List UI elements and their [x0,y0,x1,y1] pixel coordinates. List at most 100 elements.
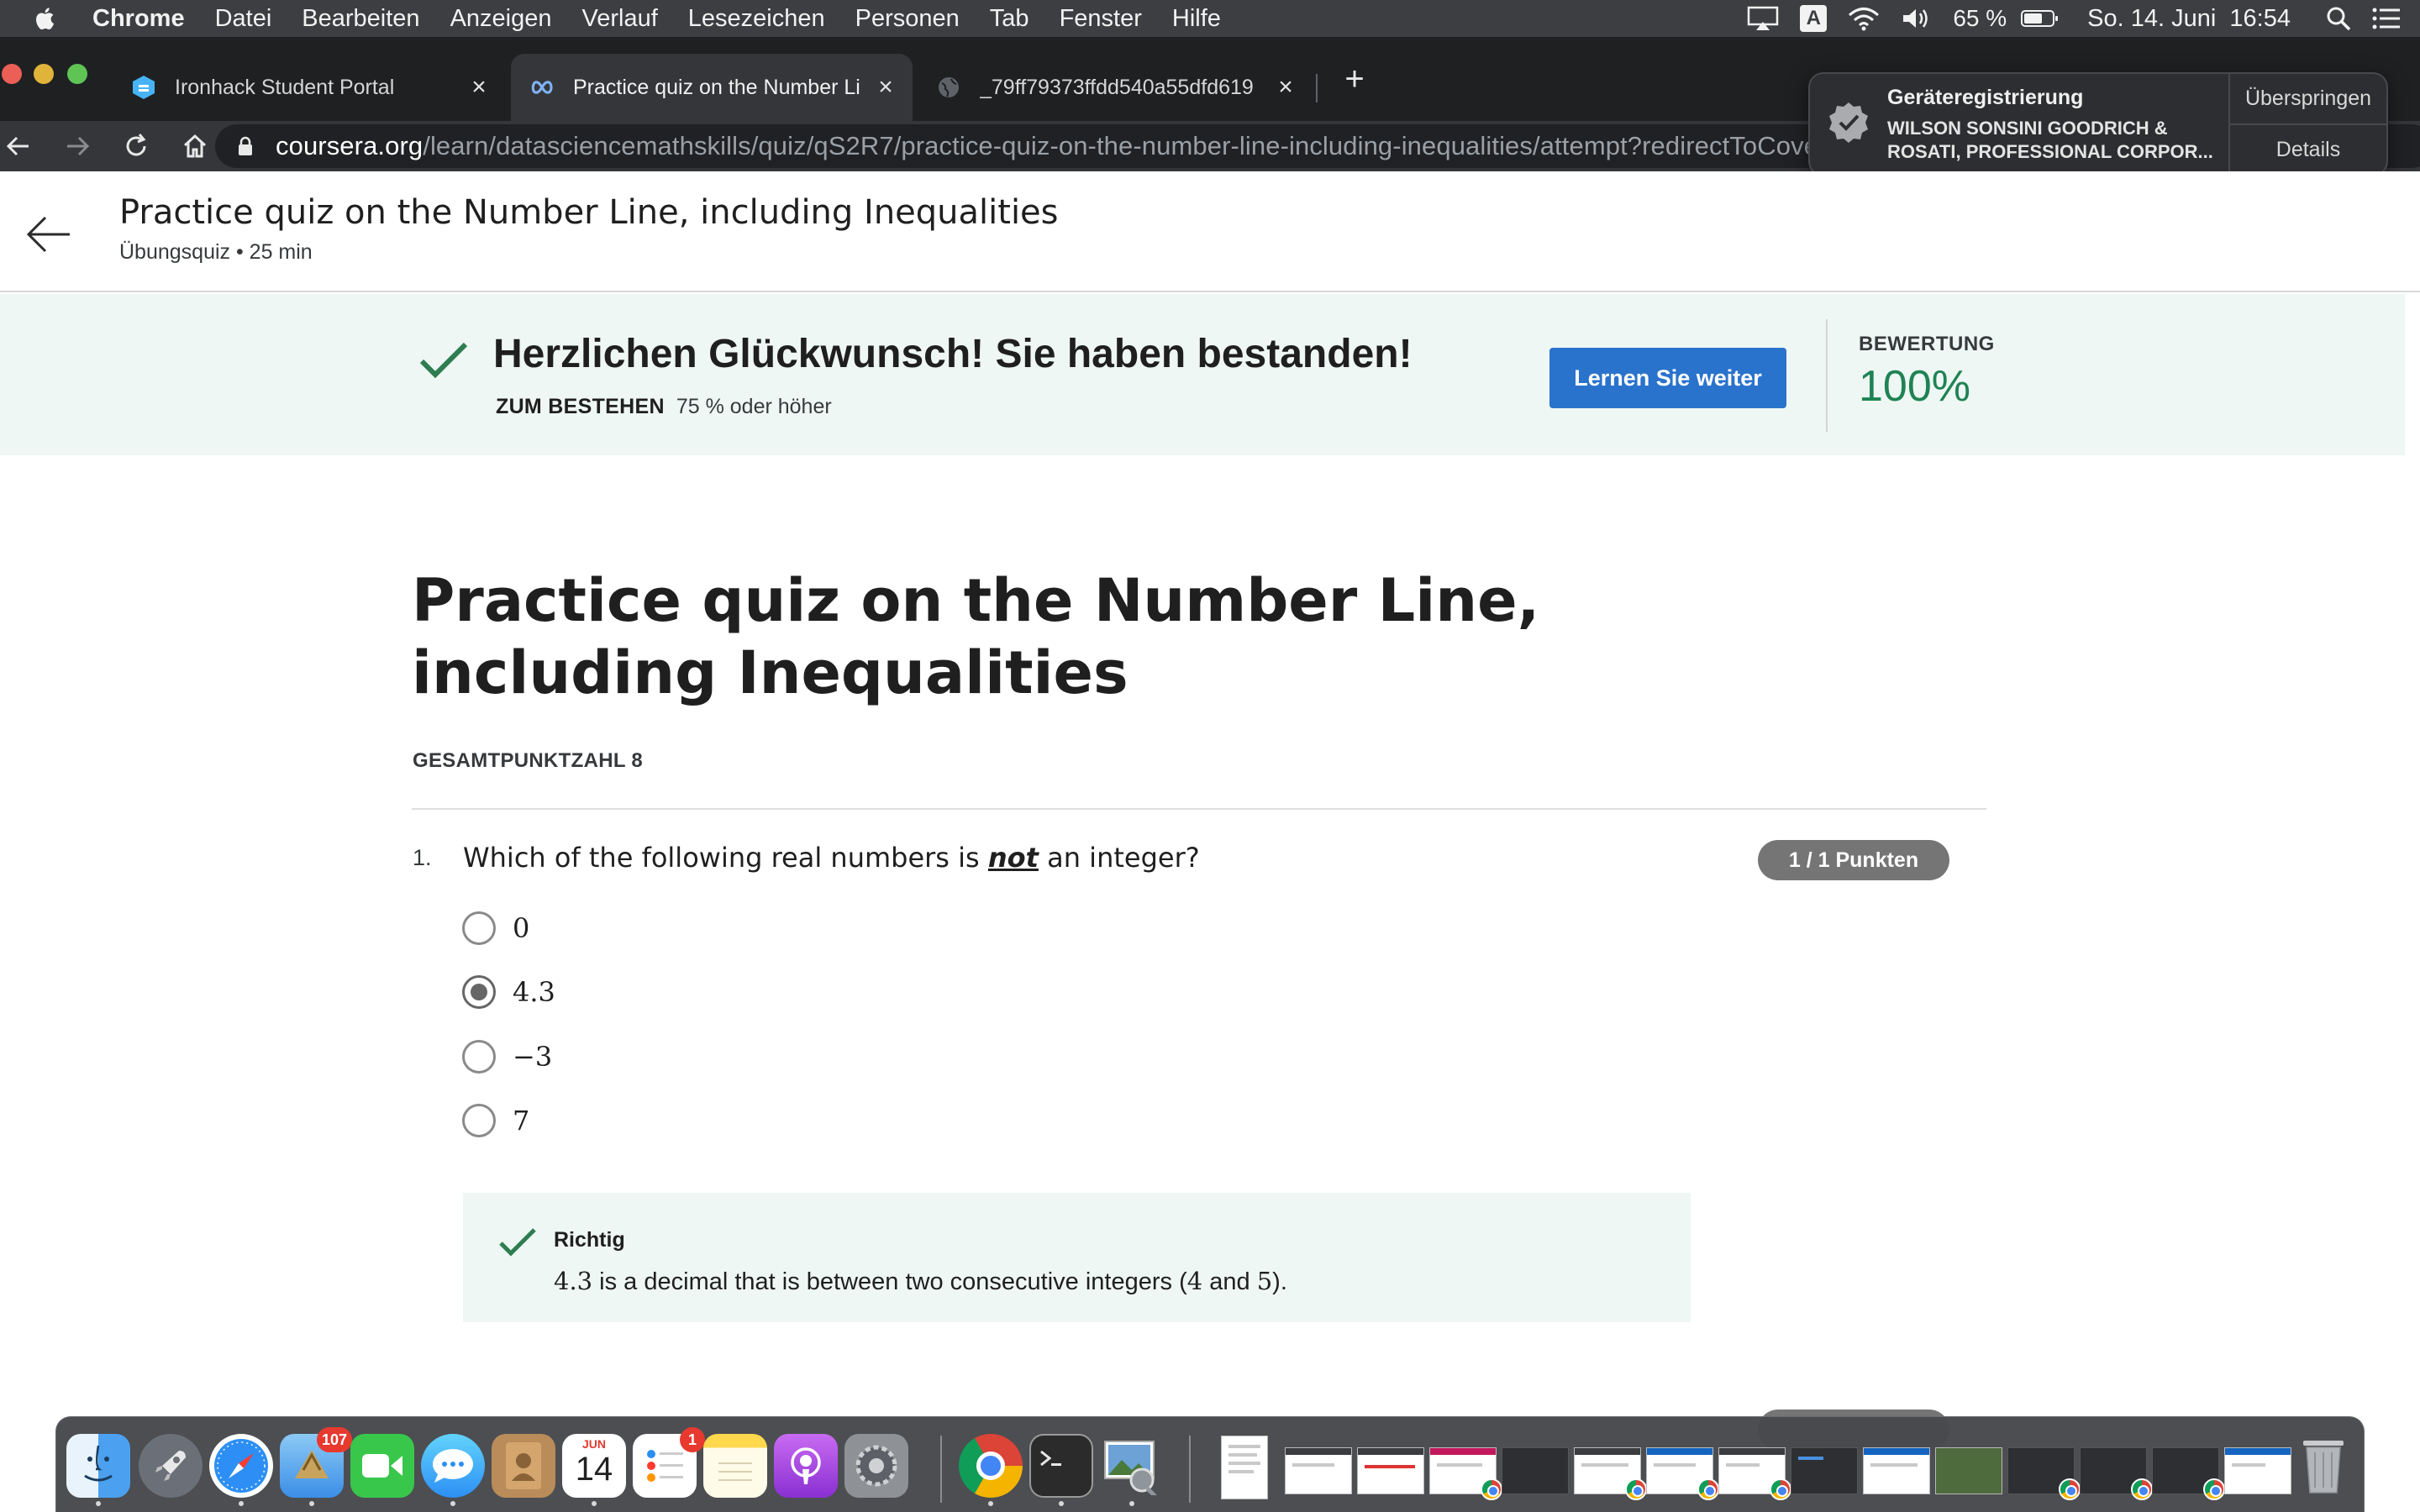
menu-bookmarks[interactable]: Lesezeichen [673,5,840,33]
continue-learning-button[interactable]: Lernen Sie weiter [1549,348,1786,408]
checkmark-icon [418,339,469,381]
lock-icon[interactable] [237,135,255,157]
congratulations-heading: Herzlichen Glückwunsch! Sie haben bestan… [493,332,1413,376]
menu-edit[interactable]: Bearbeiten [287,5,434,33]
keyboard-input-indicator[interactable]: A [1800,0,1828,37]
device-registration-notification[interactable]: Geräteregistrierung WILSON SONSINI GOODR… [1808,72,2388,176]
window-close-button[interactable] [2,64,22,84]
launchpad-icon[interactable] [139,1434,203,1498]
pass-requirement-label: ZUM BESTEHEN [496,395,665,418]
minimized-window-thumbnail[interactable] [1285,1447,1352,1494]
radio-button[interactable] [462,911,496,945]
minimized-chrome-window-thumbnail[interactable] [1574,1447,1647,1500]
trash-icon[interactable] [2291,1434,2355,1498]
messages-icon[interactable] [421,1434,485,1498]
menu-file[interactable]: Datei [200,5,287,33]
thumb-line [1228,1470,1254,1473]
notification-details-button[interactable]: Details [2230,123,2386,175]
menu-app-name[interactable]: Chrome [92,5,200,33]
running-indicator [1059,1501,1064,1506]
system-preferences-icon[interactable] [844,1434,908,1498]
volume-icon[interactable] [1901,0,1933,37]
answer-option[interactable]: 7 [462,1100,529,1142]
menu-window[interactable]: Fenster [1044,5,1157,33]
terminal-icon[interactable] [1029,1434,1093,1498]
battery-icon[interactable] [2020,0,2060,37]
radio-button[interactable] [462,1104,496,1137]
tab-ironhack[interactable]: Ironhack Student Portal × [113,54,506,121]
feedback-label: Richtig [554,1228,625,1252]
minimized-document-thumbnail[interactable] [1221,1436,1268,1499]
chrome-badge-icon [1697,1478,1719,1500]
window-zoom-button[interactable] [67,64,87,84]
tab-close-icon[interactable]: × [464,72,494,102]
tab-title: _79ff79373ffdd540a55dfd619 [980,75,1254,99]
preview-icon[interactable] [1100,1434,1164,1498]
menu-tab[interactable]: Tab [975,5,1044,33]
minimized-window-thumbnail[interactable] [1935,1447,2002,1494]
control-center-list-icon[interactable] [2371,0,2402,37]
tab-close-icon[interactable]: × [871,72,901,102]
url-host: coursera.org [276,131,424,160]
thumb-line [1654,1463,1696,1467]
minimized-window-thumbnail[interactable] [1791,1447,1858,1494]
calendar-month: JUN [581,1437,606,1451]
wifi-icon[interactable] [1847,0,1881,37]
new-tab-button[interactable]: + [1338,60,1371,97]
mail-icon[interactable]: 107 [280,1427,352,1498]
podcasts-icon[interactable] [774,1434,838,1498]
radio-button[interactable] [462,1040,496,1074]
menu-people[interactable]: Personen [840,5,975,33]
airplay-icon[interactable] [1746,0,1780,37]
minimized-chrome-window-thumbnail[interactable] [2007,1447,2081,1500]
home-button[interactable] [176,128,213,165]
banner-divider [1826,319,1828,432]
radio-dot [471,984,487,1000]
minimized-chrome-window-thumbnail[interactable] [2152,1447,2225,1500]
forward-button[interactable] [59,128,96,165]
minimized-window-thumbnail[interactable] [1502,1447,1569,1494]
battery-percentage[interactable]: 65 % [1953,0,2007,37]
apple-menu-icon[interactable] [0,0,92,37]
notification-skip-button[interactable]: Überspringen [2230,74,2386,123]
tab-title: Ironhack Student Portal [175,75,395,99]
minimized-chrome-window-thumbnail[interactable] [1646,1447,1719,1500]
feedback-explanation: 4.3 is a decimal that is between two con… [554,1267,1287,1296]
reload-button[interactable] [118,128,155,165]
minimized-chrome-window-thumbnail[interactable] [1429,1447,1502,1500]
question-points-badge: 1 / 1 Punkten [1758,840,1949,880]
safari-icon[interactable] [209,1434,273,1498]
tab-practice-quiz[interactable]: Practice quiz on the Number Li × [511,54,913,121]
reminders-icon[interactable]: 1 [633,1427,705,1498]
back-arrow-icon[interactable] [24,213,74,255]
back-button[interactable] [0,128,37,165]
tab-close-icon[interactable]: × [1270,72,1301,102]
minimized-window-thumbnail[interactable] [1357,1447,1424,1494]
minimized-window-thumbnail[interactable] [2224,1447,2291,1494]
menu-view[interactable]: Anzeigen [435,5,567,33]
calendar-icon[interactable]: JUN 14 [562,1434,626,1498]
menu-clock[interactable]: So. 14. Juni 16:54 [2087,0,2291,37]
content-divider [412,808,1986,810]
radio-button-selected[interactable] [462,975,496,1009]
minimized-window-thumbnail[interactable] [1863,1447,1930,1494]
tab-hash-page[interactable]: _79ff79373ffdd540a55dfd619 × [918,54,1313,121]
window-minimize-button[interactable] [34,64,54,84]
finder-icon[interactable] [66,1434,130,1498]
answer-option[interactable]: −3 [462,1036,552,1078]
minimized-chrome-window-thumbnail[interactable] [1718,1447,1791,1500]
minimized-chrome-window-thumbnail[interactable] [2080,1447,2153,1500]
answer-option-label: 7 [513,1105,530,1137]
answer-option[interactable]: 0 [462,907,529,949]
contacts-icon[interactable] [492,1434,555,1498]
facetime-icon[interactable] [350,1434,414,1498]
answer-option-selected[interactable]: 4.3 [462,971,555,1013]
notes-icon[interactable] [703,1434,767,1498]
menu-history[interactable]: Verlauf [567,5,673,33]
chrome-icon[interactable] [959,1434,1023,1498]
spotlight-search-icon[interactable] [2326,0,2351,37]
menu-help[interactable]: Hilfe [1157,5,1236,33]
question-text-start: Which of the following real numbers is [463,842,988,874]
thumb-titlebar [1430,1448,1496,1455]
chrome-badge-icon [2203,1478,2225,1500]
